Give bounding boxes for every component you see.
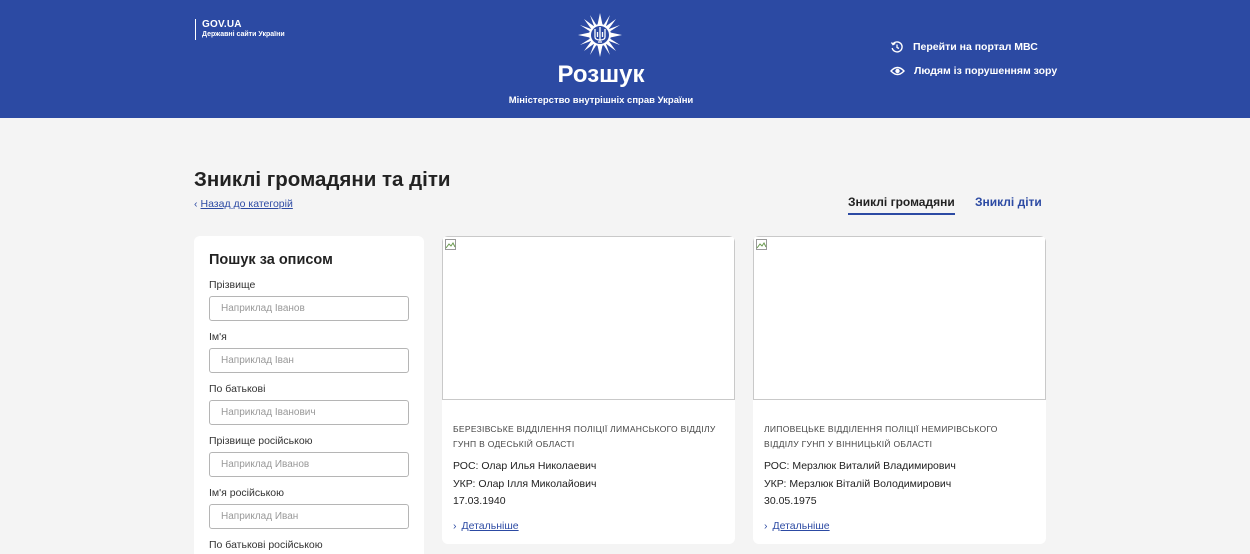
history-arrow-icon [890, 41, 903, 53]
surname-ru-input[interactable] [209, 452, 409, 477]
page-title: Зниклі громадяни та діти [194, 168, 451, 191]
birth-date-text: 17.03.1940 [453, 495, 506, 507]
search-panel: Пошук за описом Прізвище Ім'я По батьков… [194, 236, 424, 554]
person-card[interactable]: Липовецьке відділення поліції Немирівськ… [753, 236, 1046, 544]
site-title: Розшук [557, 61, 645, 88]
name-ru-text: РОС: Мерзлюк Виталий Владимирович [764, 460, 956, 472]
name-uk-text: УКР: Мерзлюк Віталій Володимирович [764, 478, 952, 490]
site-subtitle: Міністерство внутрішніх справ України [508, 95, 694, 106]
person-photo[interactable] [442, 236, 735, 400]
first-name-input[interactable] [209, 348, 409, 373]
accessibility-link[interactable]: Людям із порушенням зору [890, 65, 1057, 77]
first-name-ru-input[interactable] [209, 504, 409, 529]
details-label[interactable]: Детальніше [462, 520, 519, 532]
mvs-portal-label: Перейти на портал МВС [913, 41, 1038, 53]
name-ru-text: РОС: Олар Илья Николаевич [453, 460, 597, 472]
chevron-left-icon: ‹ [194, 198, 198, 210]
tab-missing-citizens[interactable]: Зниклі громадяни [848, 195, 955, 215]
back-to-categories[interactable]: ‹ Назад до категорій [194, 198, 293, 210]
department-text: Липовецьке відділення поліції Немирівськ… [764, 424, 998, 449]
gov-ua-title: GOV.UA [202, 19, 242, 30]
person-card[interactable]: Березівське відділення поліції Лимансько… [442, 236, 735, 544]
site-header: GOV.UA Державні сайти України Розшук Мін… [0, 0, 1250, 118]
search-panel-title: Пошук за описом [209, 252, 333, 268]
name-uk-text: УКР: Олар Ілля Миколайович [453, 478, 597, 490]
surname-input[interactable] [209, 296, 409, 321]
broken-image-icon [756, 239, 767, 250]
back-link-label[interactable]: Назад до категорій [201, 198, 293, 210]
surname-ru-label: Прізвище російською [209, 435, 313, 447]
gov-ua-link[interactable]: GOV.UA Державні сайти України [195, 19, 285, 40]
broken-image-icon [445, 239, 456, 250]
person-photo[interactable] [753, 236, 1046, 400]
department-text: Березівське відділення поліції Лимансько… [453, 424, 716, 449]
chevron-right-icon: › [453, 520, 457, 532]
tab-missing-children[interactable]: Зниклі діти [975, 195, 1042, 213]
chevron-right-icon: › [764, 520, 768, 532]
patronymic-label: По батькові [209, 383, 266, 395]
first-name-label: Ім'я [209, 331, 227, 343]
details-link[interactable]: › Детальніше [453, 520, 519, 532]
details-label[interactable]: Детальніше [773, 520, 830, 532]
gov-ua-subtitle: Державні сайти України [202, 31, 285, 38]
first-name-ru-label: Ім'я російською [209, 487, 285, 499]
surname-label: Прізвище [209, 279, 256, 291]
eye-icon [890, 66, 905, 76]
details-link[interactable]: › Детальніше [764, 520, 830, 532]
patronymic-ru-label: По батькові російською [209, 539, 323, 551]
patronymic-input[interactable] [209, 400, 409, 425]
trident-star-icon[interactable] [578, 13, 622, 57]
accessibility-label: Людям із порушенням зору [914, 65, 1058, 77]
mvs-portal-link[interactable]: Перейти на портал МВС [890, 40, 1038, 54]
birth-date-text: 30.05.1975 [764, 495, 817, 507]
